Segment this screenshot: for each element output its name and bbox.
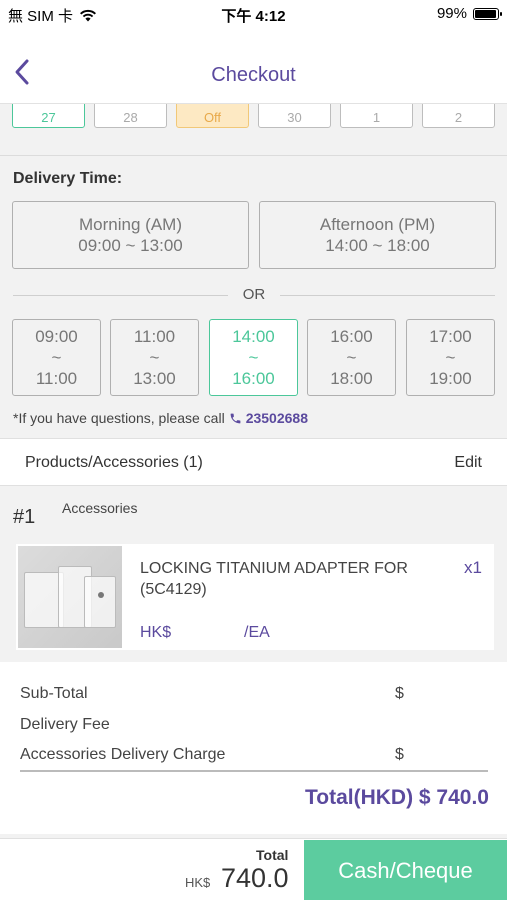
subtotal-label: Sub-Total — [20, 685, 88, 702]
date-tile[interactable]: Off — [176, 104, 249, 128]
date-selector: 27 28 Off 30 1 2 — [0, 104, 507, 156]
time-slot-button[interactable]: 14:00 ~16:00 — [209, 319, 298, 396]
period-name: Morning (AM) — [79, 215, 182, 234]
status-time: 下午 4:12 — [221, 8, 286, 25]
date-tile[interactable]: 2 — [422, 104, 495, 128]
time-slot-button[interactable]: 17:00 ~19:00 — [406, 319, 495, 396]
product-category: Accessories — [62, 500, 138, 516]
checkout-footer: Total HK$ 740.0 Cash/Cheque — [0, 838, 507, 900]
or-divider: OR — [13, 286, 495, 304]
phone-link[interactable]: 23502688 — [229, 410, 308, 426]
order-total: Total(HKD) $ 740.0 — [305, 786, 489, 809]
period-name: Afternoon (PM) — [319, 215, 436, 234]
battery-icon — [473, 7, 502, 20]
delivery-fee-label: Delivery Fee — [20, 716, 110, 733]
product-card[interactable]: LOCKING TITANIUM ADAPTER FOR (5C4129) x1… — [16, 544, 494, 650]
product-name: LOCKING TITANIUM ADAPTER FOR (5C4129) — [140, 560, 408, 598]
time-slot-button[interactable]: 16:00 ~18:00 — [307, 319, 396, 396]
date-tile[interactable]: 27 — [12, 104, 85, 128]
footer-currency: HK$ — [185, 875, 211, 890]
page-title: Checkout — [211, 64, 296, 86]
delivery-time-section: Delivery Time: Morning (AM) 09:00 ~ 13:0… — [0, 156, 507, 438]
status-bar: 無 SIM 卡 下午 4:12 99% — [0, 0, 507, 28]
battery-percent: 99% — [436, 5, 467, 22]
afternoon-period-button[interactable]: Afternoon (PM) 14:00 ~ 18:00 — [259, 201, 496, 269]
products-heading: Products/Accessories (1) — [25, 454, 203, 471]
delivery-time-heading: Delivery Time: — [13, 170, 123, 187]
period-range: 09:00 ~ 13:00 — [78, 236, 183, 255]
phone-icon — [230, 413, 241, 423]
morning-period-button[interactable]: Morning (AM) 09:00 ~ 13:00 — [12, 201, 249, 269]
checkout-content: 27 28 Off 30 1 2 Delivery Time: Morning … — [0, 104, 507, 834]
product-quantity: x1 — [464, 558, 482, 577]
accessories-charge-label: Accessories Delivery Charge — [20, 746, 226, 763]
product-item: #1 Accessories LOCKING TITANIUM ADAPTER … — [0, 486, 507, 662]
products-header: Products/Accessories (1) Edit — [0, 438, 507, 486]
phone-number: 23502688 — [245, 410, 308, 426]
subtotal-currency: $ — [395, 685, 404, 702]
product-index: #1 — [13, 506, 36, 528]
period-range: 14:00 ~ 18:00 — [325, 236, 430, 255]
help-note: *If you have questions, please call 2350… — [13, 410, 308, 426]
summary-divider — [20, 770, 488, 772]
date-tile[interactable]: 28 — [94, 104, 167, 128]
date-tile[interactable]: 1 — [340, 104, 413, 128]
order-summary: Sub-Total $ Delivery Fee Accessories Del… — [0, 662, 507, 834]
date-tile[interactable]: 30 — [258, 104, 331, 128]
footer-total-amount: 740.0 — [221, 863, 289, 893]
time-slot-button[interactable]: 11:00 ~13:00 — [110, 319, 199, 396]
accessories-charge-currency: $ — [395, 746, 404, 763]
product-image — [18, 546, 122, 648]
time-slot-button[interactable]: 09:00 ~11:00 — [12, 319, 101, 396]
product-unit: /EA — [244, 624, 270, 641]
edit-button[interactable]: Edit — [454, 454, 482, 472]
cash-cheque-button[interactable]: Cash/Cheque — [304, 840, 507, 900]
product-price-currency: HK$ — [140, 624, 172, 641]
nav-bar: Checkout — [0, 28, 507, 104]
footer-total-label: Total — [256, 847, 289, 863]
help-note-text: *If you have questions, please call — [13, 410, 225, 426]
